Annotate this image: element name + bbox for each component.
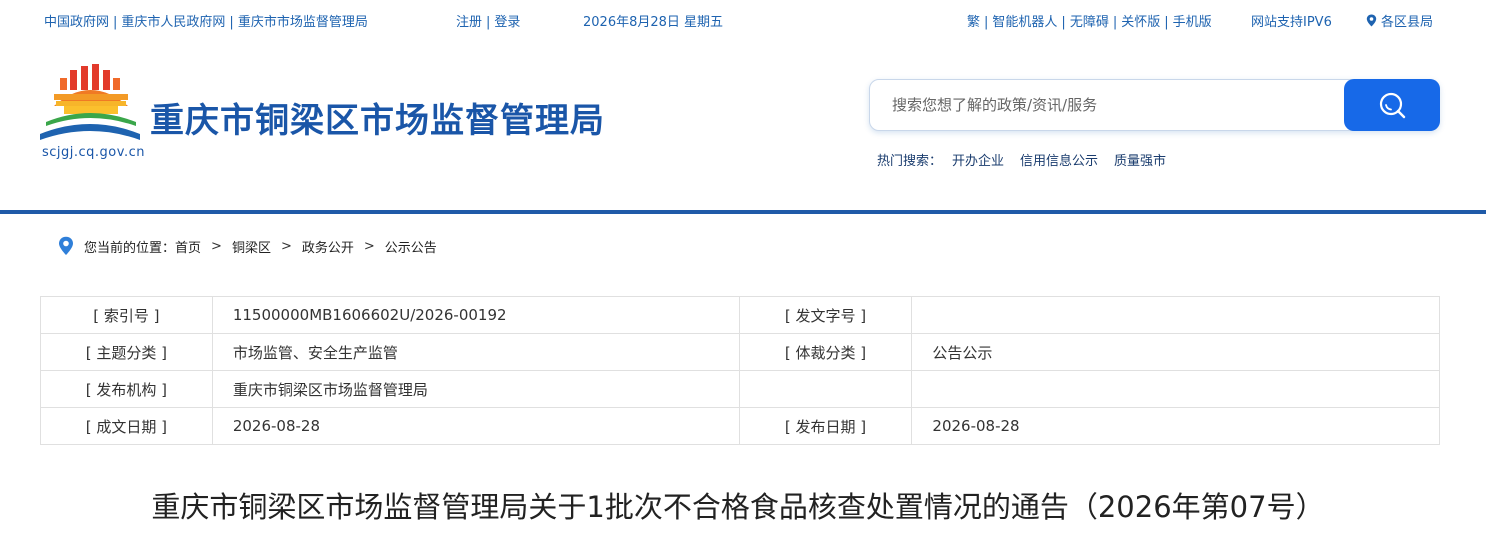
info-value-publish-date: 2026-08-28 [911,407,1440,445]
breadcrumb: 您当前的位置： 首页 > 铜梁区 > 政务公开 > 公示公告 [58,236,437,256]
separator: | [486,15,491,30]
info-key-index: [ 索引号 ] [40,296,213,334]
separator: | [1112,15,1118,30]
info-key-publish-date: [ 发布日期 ] [738,407,913,445]
header-divider [0,210,1486,214]
mobile-link[interactable]: 手机版 [1173,15,1212,30]
current-date: 2026年8月28日 星期五 [583,15,724,30]
site-title[interactable]: 重庆市铜梁区市场监督管理局 [150,93,605,142]
info-value-empty [911,370,1440,408]
accessibility-link[interactable]: 无障碍 [1070,15,1109,30]
emblem-logo-icon[interactable] [40,64,142,142]
site-domain: scjgj.cq.gov.cn [42,145,145,160]
location-pin-icon [59,236,73,255]
ipv6-support: 网站支持IPV6 [1251,15,1332,30]
separator: | [229,15,234,30]
districts-link[interactable]: 各区县局 [1366,11,1433,30]
separator: | [1061,15,1066,30]
separator: | [984,15,989,30]
table-row: [ 成文日期 ] 2026-08-28 [ 发布日期 ] 2026-08-28 [40,407,1440,445]
link-chongqing-gov[interactable]: 重庆市人民政府网 [121,15,225,30]
search-button[interactable] [1344,79,1440,131]
info-value-topic: 市场监管、安全生产监管 [211,333,740,371]
table-row: [ 索引号 ] 11500000MB1606602U/2026-00192 [ … [40,296,1440,334]
traditional-chinese-link[interactable]: 繁 [967,15,980,30]
info-key-empty [738,370,913,408]
hot-search-label: 热门搜索： [877,154,943,169]
breadcrumb-separator: > [280,238,292,254]
breadcrumb-home[interactable]: 首页 [175,237,201,256]
info-value-index: 11500000MB1606602U/2026-00192 [211,296,740,334]
elder-mode-link[interactable]: 关怀版 [1121,15,1160,30]
search-icon [1379,92,1406,119]
hot-search-item[interactable]: 质量强市 [1114,154,1166,169]
separator: | [1164,15,1169,30]
info-value-publisher: 重庆市铜梁区市场监督管理局 [211,370,740,408]
hot-search: 热门搜索： 开办企业 信用信息公示 质量强市 [877,150,1166,169]
top-bar: 中国政府网 | 重庆市人民政府网 | 重庆市市场监督管理局 注册 | 登录 2026年8月2… [0,0,1486,40]
info-value-created-date: 2026-08-28 [211,407,740,445]
separator: | [113,15,118,30]
search-box [869,79,1440,131]
info-value-genre: 公告公示 [911,333,1440,371]
info-value-doc-number [911,296,1440,334]
register-link[interactable]: 注册 [456,15,482,30]
article-title: 重庆市铜梁区市场监督管理局关于1批次不合格食品核查处置情况的通告（2026年第0… [151,490,1325,524]
info-key-created-date: [ 成文日期 ] [40,407,213,445]
info-key-publisher: [ 发布机构 ] [40,370,213,408]
breadcrumb-separator: > [211,238,222,254]
breadcrumb-label: 您当前的位置： [84,240,176,256]
search-input[interactable] [870,80,1344,130]
robot-link[interactable]: 智能机器人 [992,15,1057,30]
accessibility-links: 繁 | 智能机器人 | 无障碍 | 关怀版 | 手机版 [967,11,1212,30]
document-info-table: [ 索引号 ] 11500000MB1606602U/2026-00192 [ … [40,296,1440,445]
link-chongqing-market-bureau[interactable]: 重庆市市场监督管理局 [238,15,368,30]
hot-search-item[interactable]: 信用信息公示 [1020,154,1098,169]
gov-links: 中国政府网 | 重庆市人民政府网 | 重庆市市场监督管理局 [44,11,368,30]
location-pin-icon [1366,14,1377,27]
link-central-gov[interactable]: 中国政府网 [44,15,109,30]
info-key-topic: [ 主题分类 ] [40,333,213,371]
districts-label[interactable]: 各区县局 [1381,15,1433,30]
info-key-doc-number: [ 发文字号 ] [738,296,913,334]
breadcrumb-separator: > [363,238,375,254]
breadcrumb-announcements[interactable]: 公示公告 [385,237,437,256]
hot-search-item[interactable]: 开办企业 [952,154,1004,169]
auth-links: 注册 | 登录 [456,11,520,30]
breadcrumb-gov-affairs[interactable]: 政务公开 [302,237,354,256]
table-row: [ 主题分类 ] 市场监管、安全生产监管 [ 体裁分类 ] 公告公示 [40,333,1440,371]
info-key-genre: [ 体裁分类 ] [738,333,913,371]
table-row: [ 发布机构 ] 重庆市铜梁区市场监督管理局 [40,370,1440,408]
login-link[interactable]: 登录 [494,15,520,30]
breadcrumb-district[interactable]: 铜梁区 [232,237,271,256]
